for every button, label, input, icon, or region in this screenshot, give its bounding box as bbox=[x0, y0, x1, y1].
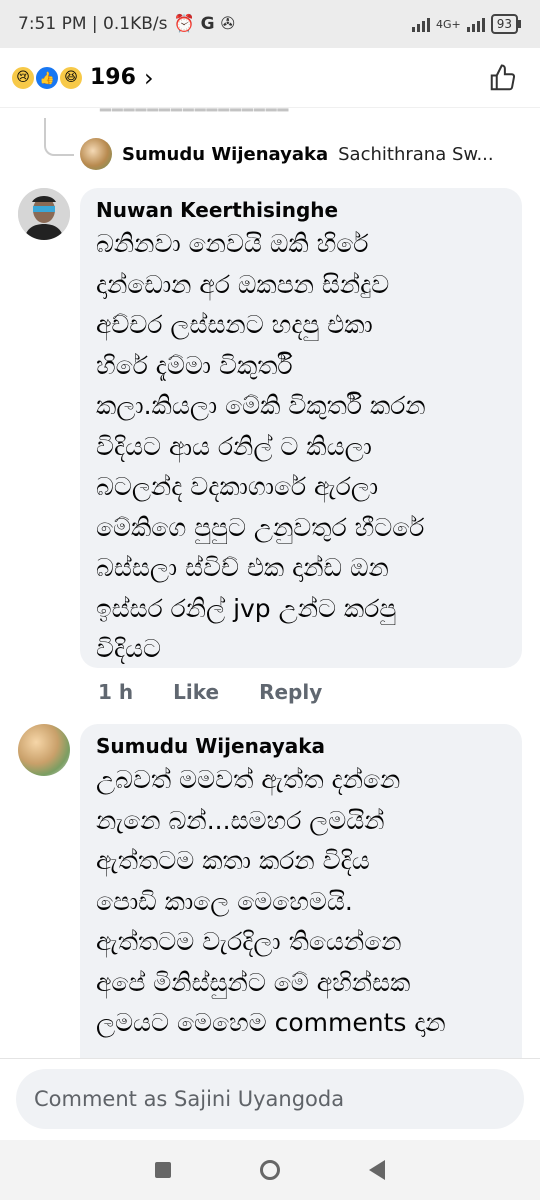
profile-picture-icon bbox=[18, 188, 70, 240]
comment-composer bbox=[0, 1058, 540, 1141]
reactions-summary[interactable]: 😢 👍 😆 196 › bbox=[10, 64, 154, 92]
status-time: 7:51 PM | 0.1KB/s bbox=[18, 14, 168, 34]
home-icon[interactable] bbox=[259, 1160, 280, 1180]
google-icon: G bbox=[200, 14, 215, 34]
comment-bubble[interactable]: Nuwan Keerthisinghe බනිනවා නෙවයි ඔකි හිර… bbox=[80, 188, 522, 668]
reactions-header: 😢 👍 😆 196 › bbox=[0, 48, 540, 108]
sad-reaction-icon: 😢 bbox=[10, 64, 36, 91]
reply-preview[interactable]: Sumudu Wijenayaka Sachithrana Sw... bbox=[80, 138, 494, 170]
comment-actions: 1 h Like Reply bbox=[98, 680, 322, 704]
reply-thread-line bbox=[44, 118, 74, 156]
battery-level: 93 bbox=[496, 17, 512, 31]
signal-icon-2 bbox=[466, 16, 485, 32]
comment-bubble[interactable]: Sumudu Wijenayaka උබවත් මමවත් ඇත්ත දන්නෙ… bbox=[80, 724, 522, 1084]
haha-reaction-icon: 😆 bbox=[58, 64, 84, 91]
battery-icon: 93 bbox=[490, 14, 522, 34]
avatar[interactable] bbox=[18, 724, 70, 776]
alarm-icon: ⏰ bbox=[173, 14, 195, 34]
fan-icon: ✇ bbox=[220, 14, 235, 34]
comment-author[interactable]: Nuwan Keerthisinghe bbox=[96, 198, 506, 222]
back-icon[interactable] bbox=[369, 1160, 386, 1180]
network-label: 4G+ bbox=[435, 17, 461, 31]
avatar bbox=[80, 138, 112, 170]
like-link[interactable]: Like bbox=[173, 680, 219, 704]
signal-icon bbox=[411, 16, 430, 32]
status-right: 4G+ 93 bbox=[411, 14, 522, 34]
system-nav-bar bbox=[0, 1140, 540, 1200]
recents-icon[interactable] bbox=[154, 1162, 171, 1178]
chevron-right-icon: › bbox=[143, 63, 154, 92]
reaction-count: 196 bbox=[90, 65, 136, 90]
status-left: 7:51 PM | 0.1KB/s ⏰ G ✇ bbox=[18, 14, 235, 34]
status-bar: 7:51 PM | 0.1KB/s ⏰ G ✇ 4G+ 93 bbox=[0, 0, 540, 48]
like-button-icon[interactable] bbox=[488, 63, 518, 93]
comment-author[interactable]: Sumudu Wijenayaka bbox=[96, 734, 506, 758]
comment-text: උබවත් මමවත් ඇත්ත දන්නෙ නැනෙ බන්...සමහර ල… bbox=[96, 765, 446, 1037]
comment-text: බනිනවා නෙවයි ඔකි හිරේ දාන්ඩොන අර ඔකපන සි… bbox=[96, 229, 426, 663]
reply-author: Sumudu Wijenayaka bbox=[122, 143, 329, 165]
avatar[interactable] bbox=[18, 188, 70, 240]
comment-time: 1 h bbox=[98, 680, 134, 704]
reply-snippet: Sachithrana Sw... bbox=[338, 143, 494, 165]
reply-link[interactable]: Reply bbox=[259, 680, 322, 704]
comment-input[interactable] bbox=[16, 1069, 524, 1129]
like-reaction-icon: 👍 bbox=[34, 64, 60, 91]
